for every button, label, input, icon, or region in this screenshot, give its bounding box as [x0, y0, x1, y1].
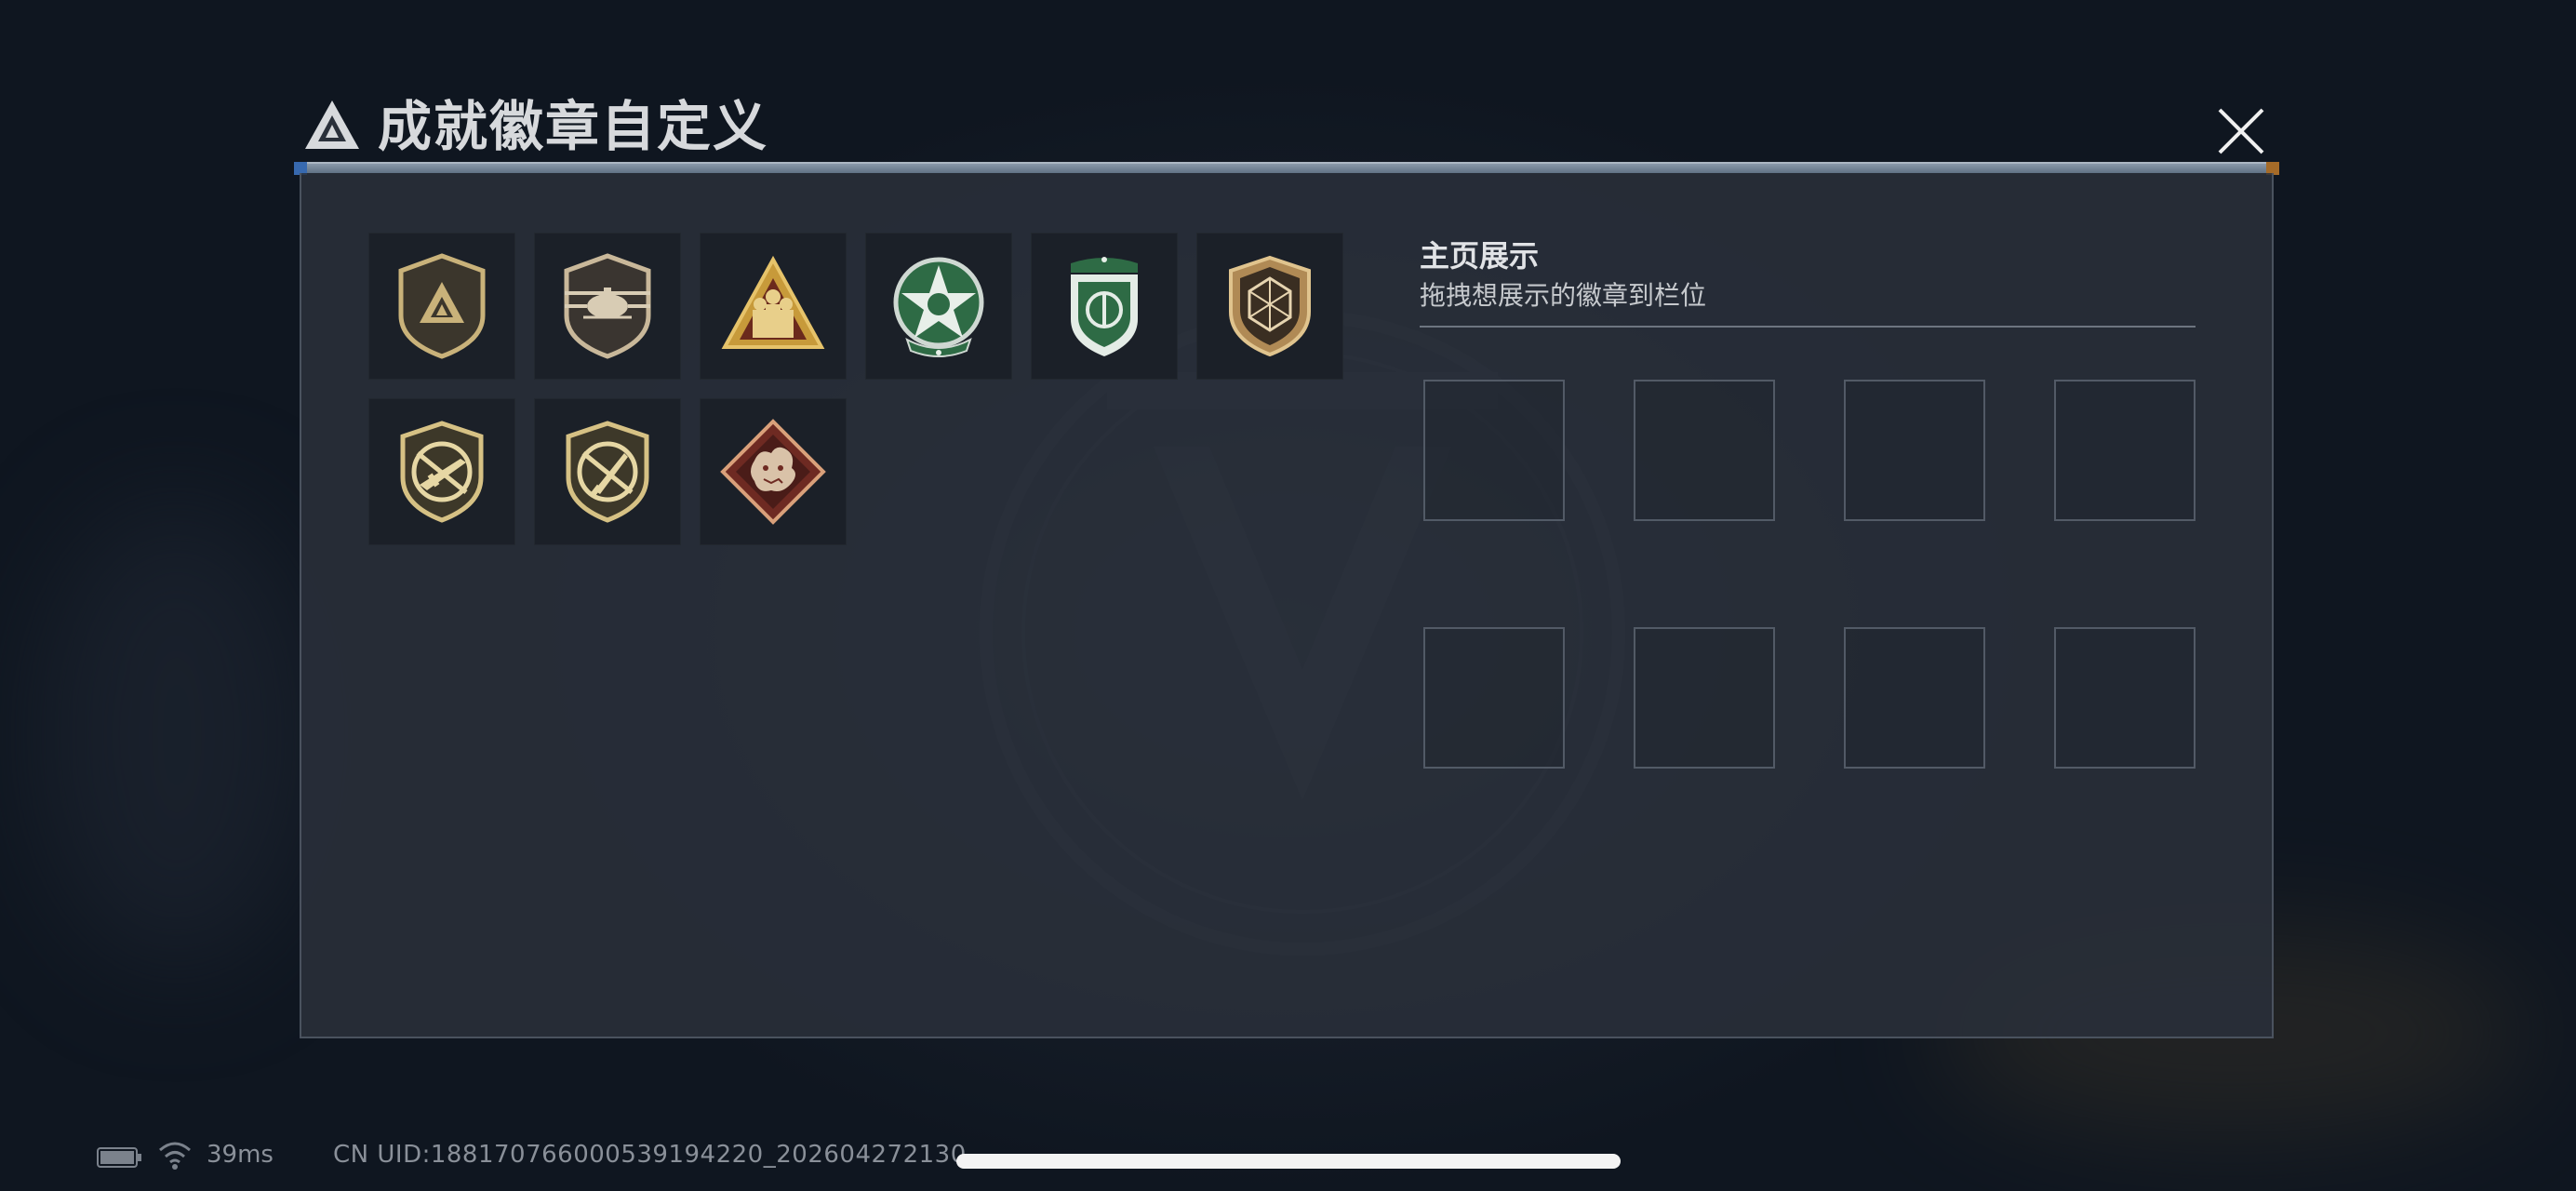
header-divider: [294, 162, 2279, 175]
green-star-icon: [893, 257, 984, 357]
rifle-icon: [400, 421, 484, 523]
green-shield-icon: [1071, 257, 1138, 356]
knife-icon: [566, 421, 649, 523]
helicopter-badge[interactable]: [534, 233, 681, 380]
knife-badge[interactable]: [534, 398, 681, 545]
triangle-emblem-icon: [305, 100, 359, 149]
badge-inventory: [368, 233, 1343, 545]
home-indicator[interactable]: [956, 1154, 1621, 1169]
triangle-emblem-badge[interactable]: [368, 233, 515, 380]
showcase-title: 主页展示: [1420, 238, 1540, 274]
triangle-shield-icon: [398, 253, 486, 359]
showcase-subtitle: 拖拽想展示的徽章到栏位: [1420, 280, 1707, 311]
showcase-slot[interactable]: [1423, 380, 1565, 521]
dragon-icon: [720, 419, 826, 525]
showcase-slot[interactable]: [1844, 627, 1985, 769]
showcase-slot[interactable]: [1634, 627, 1775, 769]
close-icon[interactable]: [2205, 95, 2277, 167]
uid-text: CN UID:18817076600053919422​0_2026042721…: [333, 1141, 967, 1169]
soldiers-icon: [721, 255, 825, 349]
showcase-slots: [1423, 380, 2196, 769]
dialog-title: 成就徽章自定义: [378, 95, 769, 158]
battery-icon: [97, 1147, 141, 1168]
helicopter-icon: [564, 253, 651, 359]
gem-badge[interactable]: [1196, 233, 1343, 380]
rifle-badge[interactable]: [368, 398, 515, 545]
showcase-slot[interactable]: [2054, 380, 2196, 521]
green-shield-badge[interactable]: [1031, 233, 1178, 380]
showcase-slot[interactable]: [1634, 380, 1775, 521]
soldiers-badge[interactable]: [700, 233, 847, 380]
dragon-badge[interactable]: [700, 398, 847, 545]
showcase-divider: [1420, 326, 2196, 328]
game-screen: 成就徽章自定义 主页展示 拖拽想展示的徽章到栏位 39ms CN UID:188…: [0, 0, 2576, 1191]
background-blur: [37, 502, 316, 968]
d20-gem-icon: [1229, 255, 1311, 357]
showcase-slot[interactable]: [1844, 380, 1985, 521]
green-star-badge[interactable]: [865, 233, 1012, 380]
wifi-icon: [159, 1142, 191, 1170]
ping-readout: 39ms: [207, 1141, 274, 1169]
showcase-slot[interactable]: [2054, 627, 2196, 769]
showcase-slot[interactable]: [1423, 627, 1565, 769]
badge-panel: 主页展示 拖拽想展示的徽章到栏位: [300, 173, 2274, 1038]
